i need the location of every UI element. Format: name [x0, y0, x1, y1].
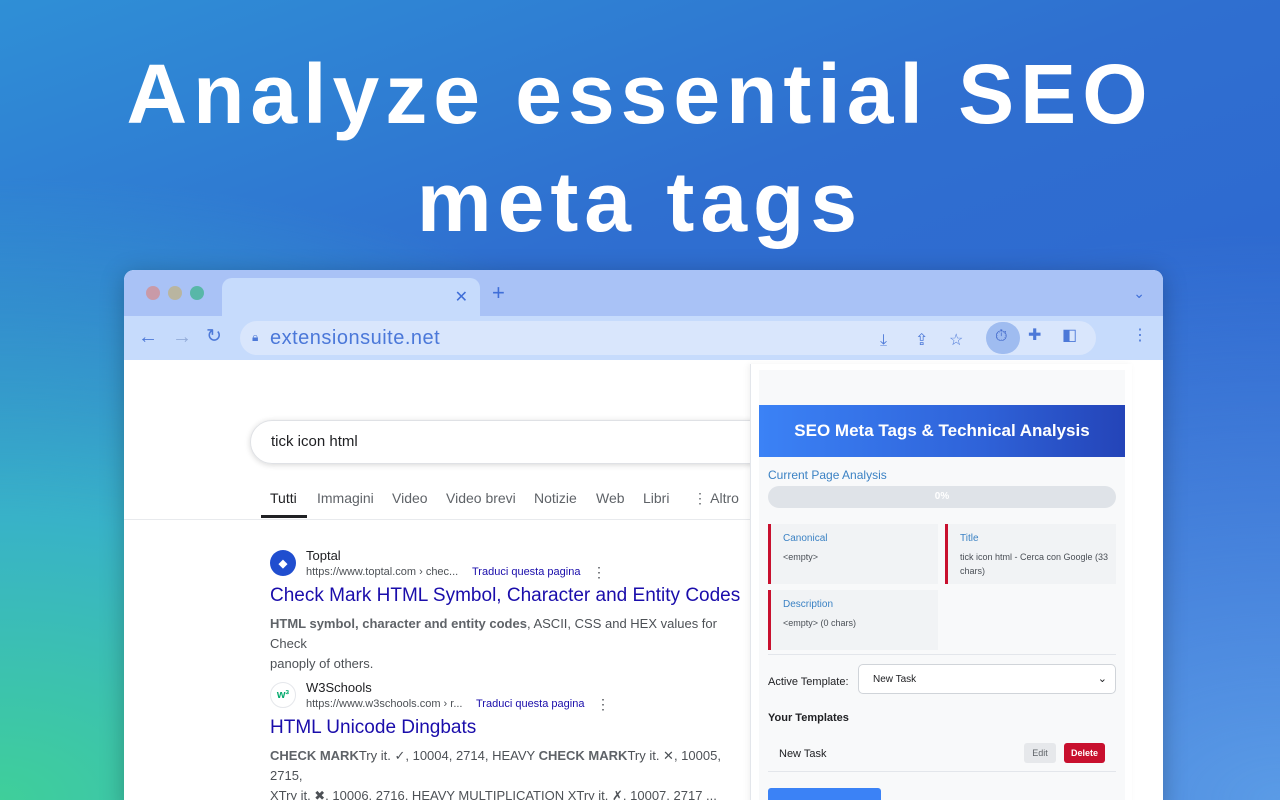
- result-title-link[interactable]: Check Mark HTML Symbol, Character and En…: [270, 585, 740, 607]
- panel-content: SEO Meta Tags & Technical Analysis Curre…: [759, 370, 1125, 800]
- headline-line-2: meta tags: [416, 155, 864, 249]
- progress-label: 0%: [934, 491, 950, 502]
- kebab-menu-icon[interactable]: ⋮: [1132, 326, 1148, 346]
- meta-card-description: Description <empty> (0 chars): [768, 590, 938, 650]
- arrow-left-icon[interactable]: ←: [138, 326, 158, 348]
- tab-web[interactable]: Web: [596, 490, 625, 506]
- toptal-favicon: ◆: [270, 550, 296, 576]
- snippet-bold-2: CHECK MARK: [538, 748, 628, 763]
- result-url[interactable]: https://www.w3schools.com › r...: [306, 698, 463, 710]
- section-title: Current Page Analysis: [768, 468, 887, 482]
- card-value: tick icon html - Cerca con Google (33 ch…: [960, 552, 1109, 576]
- tab-video-brevi[interactable]: Video brevi: [446, 490, 516, 506]
- window-close-dot[interactable]: [146, 286, 160, 300]
- plus-icon[interactable]: +: [492, 282, 505, 304]
- tab-tutti[interactable]: Tutti: [270, 490, 297, 506]
- snippet-text: Try it. ✓, 10004, 2714, HEAVY: [358, 748, 539, 763]
- chevron-down-icon[interactable]: ⌄: [1133, 285, 1145, 302]
- your-templates-heading: Your Templates: [768, 712, 849, 724]
- headline-line-1: Analyze essential SEO: [126, 47, 1154, 141]
- panel-action-button[interactable]: [768, 788, 881, 800]
- tab-notizie[interactable]: Notizie: [534, 490, 577, 506]
- card-label: Canonical: [783, 533, 828, 544]
- card-value: <empty> (0 chars): [783, 618, 857, 628]
- translate-link[interactable]: Traduci questa pagina: [476, 698, 584, 710]
- reload-icon[interactable]: ↻: [206, 326, 222, 348]
- window-maximize-dot[interactable]: [190, 286, 204, 300]
- extension-side-panel: SEO Meta Tags & Technical Analysis Curre…: [750, 364, 1132, 800]
- share-icon[interactable]: ⇪: [915, 331, 928, 351]
- headline: Analyze essential SEO meta tags: [0, 40, 1280, 256]
- snippet-bold: CHECK MARK: [270, 748, 359, 763]
- puzzle-icon[interactable]: ✚: [1028, 326, 1041, 346]
- translate-link[interactable]: Traduci questa pagina: [472, 566, 580, 578]
- snippet-bold: HTML symbol, character and entity codes: [270, 616, 527, 631]
- result-snippet: CHECK MARKTry it. ✓, 10004, 2714, HEAVY …: [270, 746, 750, 800]
- card-label: Description: [783, 599, 834, 610]
- active-template-label: Active Template:: [768, 676, 849, 688]
- search-query: tick icon html: [271, 433, 358, 450]
- tab-video[interactable]: Video: [392, 490, 428, 506]
- tab-altro[interactable]: ⋮ Altro: [693, 490, 739, 507]
- card-value: <empty>: [783, 552, 819, 562]
- card-label: Title: [960, 533, 979, 544]
- address-bar[interactable]: 🔒︎ extensionsuite.net ⤓ ⇪ ☆: [240, 321, 1096, 355]
- meta-card-title: Title tick icon html - Cerca con Google …: [945, 524, 1116, 584]
- delete-button[interactable]: Delete: [1064, 743, 1105, 763]
- result-title-link[interactable]: HTML Unicode Dingbats: [270, 717, 476, 739]
- tab-immagini[interactable]: Immagini: [317, 490, 374, 506]
- search-input[interactable]: tick icon html: [250, 420, 810, 464]
- snippet-text-line-2: XTry it. ✖, 10006, 2716, HEAVY MULTIPLIC…: [270, 788, 717, 800]
- meta-card-canonical: Canonical <empty>: [768, 524, 938, 584]
- snippet-text-line-2: panoply of others.: [270, 656, 374, 671]
- result-menu-icon[interactable]: ⋮: [596, 696, 610, 713]
- score-progress-bar: 0%: [768, 486, 1116, 508]
- lock-icon[interactable]: 🔒︎: [252, 330, 258, 345]
- star-icon[interactable]: ☆: [949, 331, 963, 351]
- install-icon[interactable]: ⤓: [880, 331, 887, 351]
- tab-bar: ✕ + ⌄: [124, 270, 1163, 316]
- tabs-divider: [124, 519, 764, 520]
- result-menu-icon[interactable]: ⋮: [592, 564, 606, 581]
- w3schools-favicon: w³: [270, 682, 296, 708]
- close-icon[interactable]: ✕: [455, 287, 468, 307]
- template-row: New Task Edit Delete: [768, 736, 1116, 772]
- chevron-down-icon: ⌄: [1097, 673, 1107, 685]
- result-site-name: Toptal: [306, 548, 341, 563]
- panel-header: SEO Meta Tags & Technical Analysis: [759, 405, 1125, 457]
- arrow-right-icon[interactable]: →: [172, 326, 192, 348]
- extension-active-icon[interactable]: ⏱: [986, 322, 1020, 354]
- result-site-name: W3Schools: [306, 680, 372, 695]
- edit-button[interactable]: Edit: [1024, 743, 1056, 763]
- browser-toolbar: ← → ↻ 🔒︎ extensionsuite.net ⤓ ⇪ ☆ ⏱ ✚ ◧ …: [124, 316, 1163, 360]
- active-tab-indicator: [261, 515, 307, 518]
- tab-libri[interactable]: Libri: [643, 490, 669, 506]
- panel-divider: [768, 654, 1116, 655]
- template-name: New Task: [779, 748, 827, 760]
- url-text: extensionsuite.net: [270, 327, 441, 349]
- result-snippet: HTML symbol, character and entity codes,…: [270, 614, 750, 674]
- browser-window: ✕ + ⌄ ← → ↻ 🔒︎ extensionsuite.net ⤓ ⇪ ☆ …: [124, 270, 1163, 800]
- result-url[interactable]: https://www.toptal.com › chec...: [306, 566, 458, 578]
- select-value: New Task: [873, 674, 917, 685]
- browser-tab[interactable]: ✕: [222, 278, 480, 316]
- sidepanel-icon[interactable]: ◧: [1062, 326, 1077, 346]
- window-minimize-dot[interactable]: [168, 286, 182, 300]
- active-template-select[interactable]: New Task ⌄: [858, 664, 1116, 694]
